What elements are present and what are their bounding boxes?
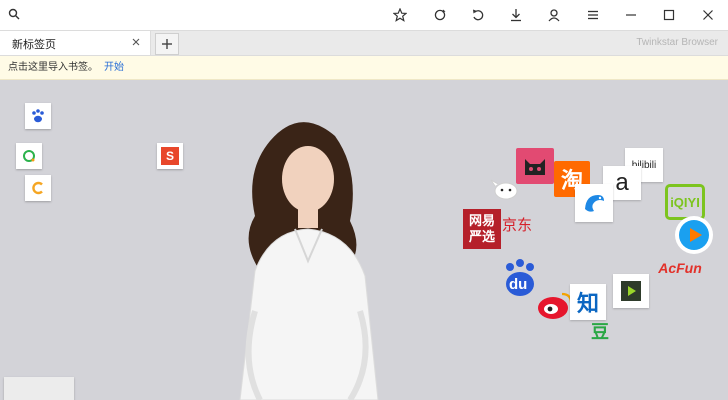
shortcut-sohu[interactable]: S bbox=[157, 143, 183, 169]
acfun-logo[interactable]: AcFun bbox=[648, 257, 712, 279]
jd-dog-icon bbox=[490, 179, 518, 200]
address-bar[interactable] bbox=[6, 5, 376, 27]
person-illustration bbox=[239, 122, 379, 400]
search-icon bbox=[8, 8, 20, 20]
import-bookmarks-bar: 点击这里导入书签。 开始 bbox=[0, 56, 728, 80]
film-play-icon bbox=[621, 281, 641, 301]
undo-button[interactable] bbox=[466, 3, 490, 27]
cat-face-icon bbox=[525, 159, 545, 175]
menu-icon bbox=[588, 10, 598, 20]
shortcut-bottom-tile[interactable] bbox=[4, 377, 74, 400]
download-icon bbox=[511, 9, 521, 22]
new-tab-content: S 淘 bilibili a iQIYI 网易 严选 京东 du 知 AcFun… bbox=[0, 81, 728, 400]
paw-icon bbox=[32, 109, 44, 123]
video-app-logo[interactable] bbox=[613, 274, 649, 308]
baidu-logo[interactable]: du bbox=[500, 259, 540, 297]
menu-button[interactable] bbox=[581, 3, 605, 27]
tab-new-tab[interactable]: 新标签页 bbox=[0, 31, 151, 55]
close-window-button[interactable] bbox=[696, 3, 720, 27]
video-play-logo[interactable] bbox=[675, 216, 713, 254]
baidu-du-text: du bbox=[509, 276, 528, 293]
iqiyi-logo[interactable]: iQIYI bbox=[665, 184, 705, 220]
close-icon bbox=[703, 10, 713, 20]
shortcut-baidu-paw[interactable] bbox=[25, 103, 51, 129]
top-toolbar bbox=[0, 0, 728, 31]
douban-logo[interactable]: 豆 bbox=[588, 319, 612, 343]
jd-logo[interactable]: 京东 bbox=[500, 212, 534, 236]
blue-bird-icon bbox=[585, 195, 604, 212]
jd-dog-mascot[interactable] bbox=[489, 174, 523, 204]
bookmark-star-button[interactable] bbox=[388, 3, 412, 27]
maximize-icon bbox=[663, 9, 675, 21]
undo-icon bbox=[473, 9, 484, 21]
refresh-icon bbox=[434, 9, 446, 21]
tab-label: 新标签页 bbox=[12, 39, 56, 51]
zhihu-logo[interactable]: 知 bbox=[570, 284, 606, 320]
tab-bar: 新标签页 Twinkstar Browser bbox=[0, 31, 728, 56]
download-button[interactable] bbox=[504, 3, 528, 27]
weibo-logo[interactable] bbox=[535, 286, 575, 322]
bird-logo[interactable] bbox=[575, 184, 613, 222]
shortcut-ring[interactable] bbox=[16, 143, 42, 169]
close-tab-button[interactable] bbox=[128, 34, 144, 50]
maximize-button[interactable] bbox=[657, 3, 681, 27]
c-logo-icon bbox=[32, 181, 43, 195]
shortcut-yellow-c[interactable] bbox=[25, 175, 51, 201]
browser-brand: Twinkstar Browser bbox=[636, 37, 718, 48]
netease-yanxuan-logo[interactable]: 网易 严选 bbox=[463, 209, 501, 249]
address-input[interactable] bbox=[26, 5, 370, 27]
star-icon bbox=[393, 8, 407, 22]
minimize-icon bbox=[626, 14, 636, 16]
play-icon bbox=[679, 220, 709, 250]
sohu-tile: S bbox=[161, 147, 179, 165]
close-icon bbox=[132, 38, 140, 46]
minimize-button[interactable] bbox=[619, 3, 643, 27]
ring-icon bbox=[23, 150, 35, 162]
plus-icon bbox=[162, 39, 172, 49]
weibo-eye-icon bbox=[538, 292, 573, 319]
new-tab-button[interactable] bbox=[155, 33, 179, 55]
import-bookmarks-text: 点击这里导入书签。 bbox=[8, 62, 98, 73]
netease-line1: 网易 bbox=[468, 213, 495, 228]
user-icon bbox=[548, 9, 560, 22]
netease-line2: 严选 bbox=[468, 229, 495, 244]
import-start-link[interactable]: 开始 bbox=[104, 62, 124, 73]
refresh-button[interactable] bbox=[428, 3, 452, 27]
user-button[interactable] bbox=[542, 3, 566, 27]
